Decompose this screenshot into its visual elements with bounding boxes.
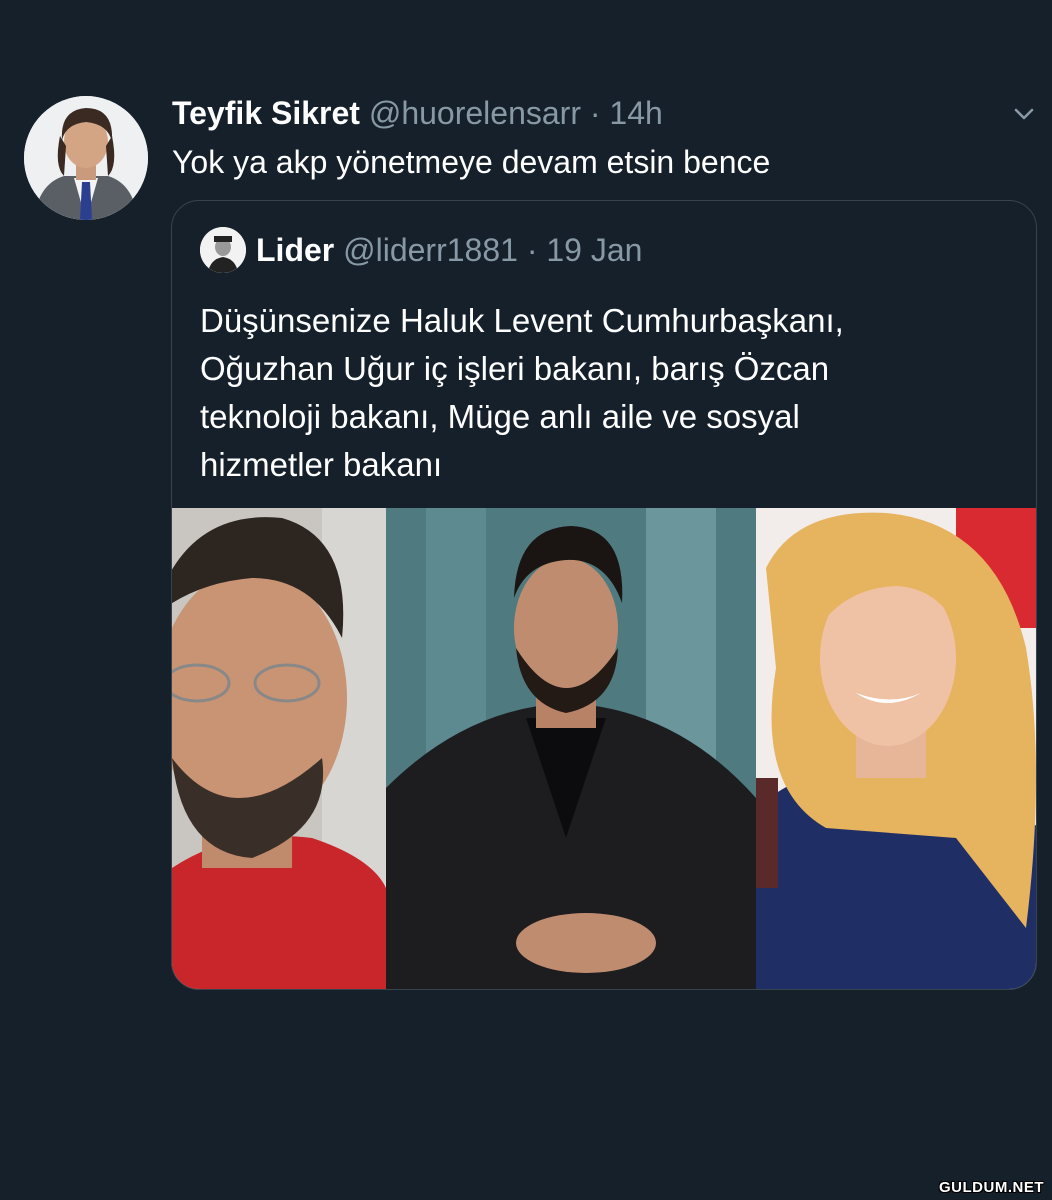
quoted-author-avatar[interactable]: [200, 227, 246, 273]
quoted-author-name[interactable]: Lider: [256, 232, 334, 268]
blonde-woman-photo[interactable]: [756, 508, 1036, 989]
man-with-beard-photo[interactable]: [386, 508, 756, 989]
quoted-text-line: Düşünsenize Haluk Levent Cumhurbaşkanı,: [200, 302, 844, 339]
watermark: GULDUM.NET: [939, 1179, 1044, 1196]
quoted-text-line: Oğuzhan Uğur iç işleri bakanı, barış Özc…: [200, 350, 830, 387]
quoted-tweet-media[interactable]: [172, 508, 1036, 989]
quoted-text-line: hizmetler bakanı: [200, 446, 443, 483]
chevron-down-icon[interactable]: [1010, 100, 1038, 128]
quoted-tweet[interactable]: Lider @liderr1881 · 19 Jan Düşünsenize H…: [171, 200, 1037, 990]
man-with-glasses-photo[interactable]: [172, 508, 386, 989]
tweet-text: Yok ya akp yönetmeye devam etsin bence: [172, 144, 771, 180]
tweet-header: Teyfik Sikret @huorelensarr · 14h: [172, 92, 663, 134]
quoted-author-handle[interactable]: @liderr1881: [343, 232, 518, 268]
author-name[interactable]: Teyfik Sikret: [172, 95, 360, 131]
user-avatar-icon: [24, 96, 148, 220]
quoted-tweet-text: Düşünsenize Haluk Levent Cumhurbaşkanı, …: [200, 297, 1020, 489]
user-avatar-icon: [200, 227, 246, 273]
author-avatar[interactable]: [24, 96, 148, 220]
quoted-tweet-date[interactable]: 19 Jan: [546, 232, 642, 268]
quoted-text-line: teknoloji bakanı, Müge anlı aile ve sosy…: [200, 398, 800, 435]
author-handle[interactable]: @huorelensarr: [369, 95, 581, 131]
tweet-time[interactable]: 14h: [609, 95, 662, 131]
separator-dot: ·: [526, 232, 538, 268]
separator-dot: ·: [589, 95, 601, 131]
quoted-tweet-header: Lider @liderr1881 · 19 Jan: [256, 227, 642, 273]
tweet[interactable]: Teyfik Sikret @huorelensarr · 14h Yok ya…: [0, 0, 1052, 1200]
